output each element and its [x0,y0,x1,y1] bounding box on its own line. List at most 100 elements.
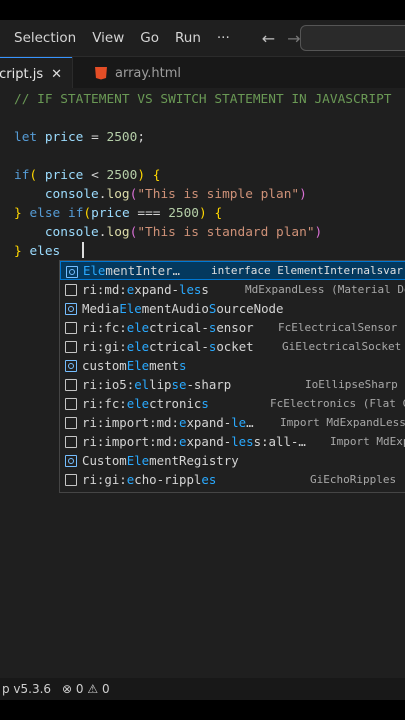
suggestion-detail: FcElectricalSensor ( [278,321,405,334]
autocomplete-list[interactable]: ElementInter… interface ElementInternalsv… [59,260,405,493]
text-snippet-icon [65,398,77,410]
text-snippet-icon [65,474,77,486]
label-part: ri:import:md: [82,434,179,449]
menu-more[interactable]: ··· [209,20,238,56]
suggestion-label: CustomElementRegistry [82,451,239,470]
suggestion-item[interactable]: ri:import:md:expand-less:all-… Import MdE… [60,432,405,451]
label-part: ri:fc: [82,320,127,335]
match-highlight: les [231,434,254,449]
suggestion-item[interactable]: ri:md:expand-less MdExpandLess (Material … [60,280,405,299]
match-highlight: se [171,377,187,392]
suggestion-label: ri:import:md:expand-less:all-… [82,432,306,451]
text-snippet-icon [65,341,77,353]
match-highlight: s [179,358,187,373]
suggestion-item[interactable]: CustomElementRegistry [60,451,405,470]
suggestion-item[interactable]: ri:io5:ellipse-sharp IoEllipseSharp ( [60,375,405,394]
symbol-icon [65,360,77,372]
label-part: xpand- [186,415,232,430]
suggestion-label: customElements [82,356,186,375]
label-part: ctrical- [149,320,209,335]
code-line-elseif: } else if(price === 2500) { [14,206,223,221]
suggestion-detail: MdExpandLess (Material De [245,283,405,296]
text-snippet-icon [65,436,77,448]
symbol-icon [65,455,77,467]
code-line-log1: console.log("This is simple plan") [44,187,307,202]
close-icon[interactable]: ✕ [51,67,62,82]
suggestion-item[interactable]: customElements [60,356,405,375]
label-part: mentAudio [141,301,209,316]
label-part: ment [149,358,179,373]
match-highlight: Ele [126,453,150,468]
text-snippet-icon [65,322,77,334]
match-highlight: Ele [119,301,142,316]
suggestion-item[interactable]: ri:import:md:expand-le… Import MdExpandLe… [60,413,405,432]
label-part: ri:gi: [82,339,127,354]
label-part: mentRegistry [149,453,239,468]
menu-bar: Selection View Go Run ··· ← → [0,20,405,56]
suggestion-item[interactable]: MediaElementAudioSourceNode [60,299,405,318]
html5-icon [95,66,107,80]
suggestion-detail: interface ElementInternalsvar [211,264,404,277]
label-part: lip [149,377,172,392]
tab-label: script.js [0,67,43,82]
text-cursor-icon [82,242,90,258]
label-part: … [246,415,254,430]
symbol-icon [65,303,77,315]
arrow-left-icon[interactable]: ← [256,29,281,48]
menu-selection[interactable]: Selection [0,20,84,56]
suggestion-item[interactable]: ri:gi:electrical-socket GiElectricalSocke… [60,337,405,356]
status-bar: p v5.3.6 ⊗ 0 ⚠ 0 [0,678,405,700]
suggestion-detail: GiEchoRipples ( [310,473,405,486]
label-part: ctrical- [149,339,209,354]
match-highlight: Ele [83,263,106,278]
label-part: ourceNode [216,301,284,316]
menu-run[interactable]: Run [167,20,209,56]
suggestion-detail: FcElectronics (Flat C [270,397,405,410]
suggestion-item[interactable]: ri:gi:echo-ripples GiEchoRipples ( [60,470,405,489]
problems-indicator[interactable]: ⊗ 0 ⚠ 0 [62,682,110,696]
code-line-log2: console.log("This is standard plan") [44,225,323,240]
label-part: ensor [216,320,254,335]
tab-label-text: script.js [0,66,44,82]
tab-script-js[interactable]: script.js ✕ [0,57,72,90]
label-part: ri:gi: [82,472,127,487]
match-highlight: Ele [126,358,150,373]
match-highlight: ele [126,320,150,335]
suggestion-label: ri:gi:echo-ripples [82,470,216,489]
error-icon: ⊗ [62,682,73,696]
match-highlight: le [231,415,247,430]
symbol-icon [66,266,78,278]
text-snippet-icon [65,379,77,391]
suggestion-label: ri:fc:electrical-sensor [82,318,254,337]
label-part: Custom [82,453,127,468]
suggestion-detail: GiElectricalSocket ( [282,340,405,353]
label-part: s [201,282,209,297]
label-part: s:all-… [253,434,306,449]
label-part: mentInter [105,263,173,278]
suggestion-detail: IoEllipseSharp ( [305,378,405,391]
command-center-search[interactable] [300,25,405,51]
match-highlight: ele [126,339,150,354]
suggestion-label: ri:import:md:expand-le… [82,413,254,432]
label-part: … [172,263,180,278]
suggestion-label: ri:fc:electronics [82,394,209,413]
menu-view[interactable]: View [84,20,132,56]
suggestion-item[interactable]: ElementInter… interface ElementInternalsv… [60,261,405,280]
suggestion-detail: Import MdExp [330,435,405,448]
text-snippet-icon [65,417,77,429]
suggestion-item[interactable]: ri:fc:electrical-sensor FcElectricalSenso… [60,318,405,337]
label-part: ocket [216,339,254,354]
label-part: ctronic [149,396,202,411]
suggestion-label: ri:gi:electrical-socket [82,337,254,356]
match-highlight: es [201,472,217,487]
tab-bar: script.js ✕ array.html [0,56,405,90]
code-line-let: let price = 2500; [14,130,146,145]
label-part: ri:md: [82,282,127,297]
label-part: custom [82,358,127,373]
menu-go[interactable]: Go [132,20,167,56]
tab-label: array.html [115,65,181,81]
text-snippet-icon [65,284,77,296]
tab-array-html[interactable]: array.html [72,57,191,89]
extension-version[interactable]: p v5.3.6 [0,682,58,696]
suggestion-item[interactable]: ri:fc:electronics FcElectronics (Flat C [60,394,405,413]
